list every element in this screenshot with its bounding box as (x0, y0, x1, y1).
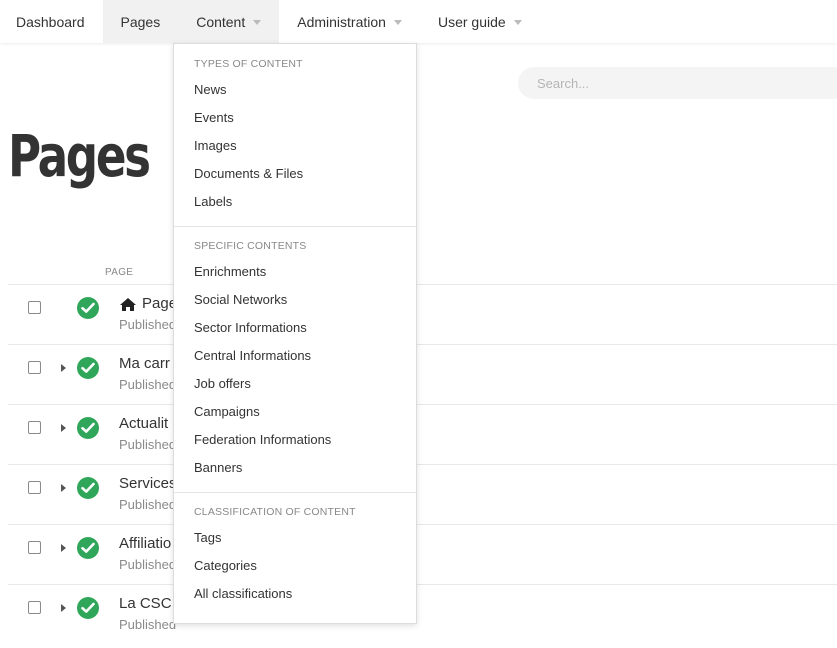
nav-content[interactable]: Content (178, 0, 280, 43)
row-title[interactable]: Ma carr (119, 355, 170, 372)
dropdown-divider (174, 226, 416, 227)
nav-content-label: Content (196, 13, 246, 30)
menu-item-news[interactable]: News (194, 82, 227, 97)
menu-item-images[interactable]: Images (194, 138, 237, 153)
row-status-text: Published (119, 557, 177, 572)
row-checkbox[interactable] (28, 541, 41, 554)
row-status-text: Published (119, 317, 177, 332)
chevron-down-icon (513, 20, 522, 25)
search-input[interactable] (518, 67, 837, 99)
dropdown-heading-types: TYPES OF CONTENT (194, 58, 303, 70)
published-status-icon (77, 417, 99, 439)
nav-pages-label: Pages (120, 13, 161, 30)
table-row: Page Published (8, 284, 837, 344)
dropdown-heading-specific: SPECIFIC CONTENTS (194, 240, 307, 252)
nav-administration[interactable]: Administration (279, 0, 420, 43)
row-title[interactable]: Services (119, 475, 177, 492)
row-checkbox[interactable] (28, 301, 41, 314)
home-icon (120, 298, 136, 311)
content-dropdown-menu: TYPES OF CONTENT News Events Images Docu… (173, 43, 417, 624)
row-checkbox[interactable] (28, 601, 41, 614)
menu-item-tags[interactable]: Tags (194, 530, 221, 545)
row-checkbox[interactable] (28, 421, 41, 434)
menu-item-banners[interactable]: Banners (194, 460, 242, 475)
nav-pages[interactable]: Pages (102, 0, 179, 43)
table-row: Affiliatio Published (8, 524, 837, 584)
nav-user-guide-label: User guide (437, 13, 506, 30)
page-title: Pages (8, 122, 151, 190)
row-title[interactable]: La CSC (119, 595, 172, 612)
menu-item-categories[interactable]: Categories (194, 558, 257, 573)
menu-item-labels[interactable]: Labels (194, 194, 232, 209)
expand-arrow-icon[interactable] (61, 484, 66, 492)
chevron-down-icon (253, 20, 262, 25)
table-row: Services Published (8, 464, 837, 524)
expand-arrow-icon[interactable] (61, 604, 66, 612)
menu-item-all-classifications[interactable]: All classifications (194, 586, 292, 601)
nav-user-guide[interactable]: User guide (420, 0, 540, 43)
published-status-icon (77, 297, 99, 319)
table-row: La CSC Published (8, 584, 837, 644)
row-checkbox[interactable] (28, 481, 41, 494)
table-row: Ma carr Published (8, 344, 837, 404)
row-status-text: Published (119, 377, 177, 392)
published-status-icon (77, 597, 99, 619)
row-status-text: Published (119, 437, 177, 452)
dropdown-divider (174, 492, 416, 493)
menu-item-enrichments[interactable]: Enrichments (194, 264, 266, 279)
row-checkbox[interactable] (28, 361, 41, 374)
menu-item-campaigns[interactable]: Campaigns (194, 404, 260, 419)
row-title[interactable]: Affiliatio (119, 535, 171, 552)
nav-dashboard-label: Dashboard (16, 13, 85, 30)
menu-item-documents-files[interactable]: Documents & Files (194, 166, 303, 181)
expand-arrow-icon[interactable] (61, 544, 66, 552)
published-status-icon (77, 357, 99, 379)
expand-arrow-icon[interactable] (61, 364, 66, 372)
row-status-text: Published (119, 617, 177, 632)
menu-item-social-networks[interactable]: Social Networks (194, 292, 287, 307)
dropdown-heading-classification: CLASSIFICATION OF CONTENT (194, 506, 356, 518)
menu-item-federation-informations[interactable]: Federation Informations (194, 432, 331, 447)
row-title[interactable]: Actualit (119, 415, 168, 432)
nav-administration-label: Administration (297, 13, 386, 30)
menu-item-sector-informations[interactable]: Sector Informations (194, 320, 307, 335)
nav-dashboard[interactable]: Dashboard (0, 0, 103, 43)
menu-item-central-informations[interactable]: Central Informations (194, 348, 311, 363)
published-status-icon (77, 477, 99, 499)
column-header-page: PAGE (105, 267, 134, 278)
chevron-down-icon (393, 20, 402, 25)
row-status-text: Published (119, 497, 177, 512)
expand-arrow-icon[interactable] (61, 424, 66, 432)
top-navigation: Dashboard Pages Content Administration U… (0, 0, 837, 43)
row-title[interactable]: Page (142, 295, 177, 312)
menu-item-job-offers[interactable]: Job offers (194, 376, 251, 391)
menu-item-events[interactable]: Events (194, 110, 234, 125)
table-row: Actualit Published (8, 404, 837, 464)
published-status-icon (77, 537, 99, 559)
